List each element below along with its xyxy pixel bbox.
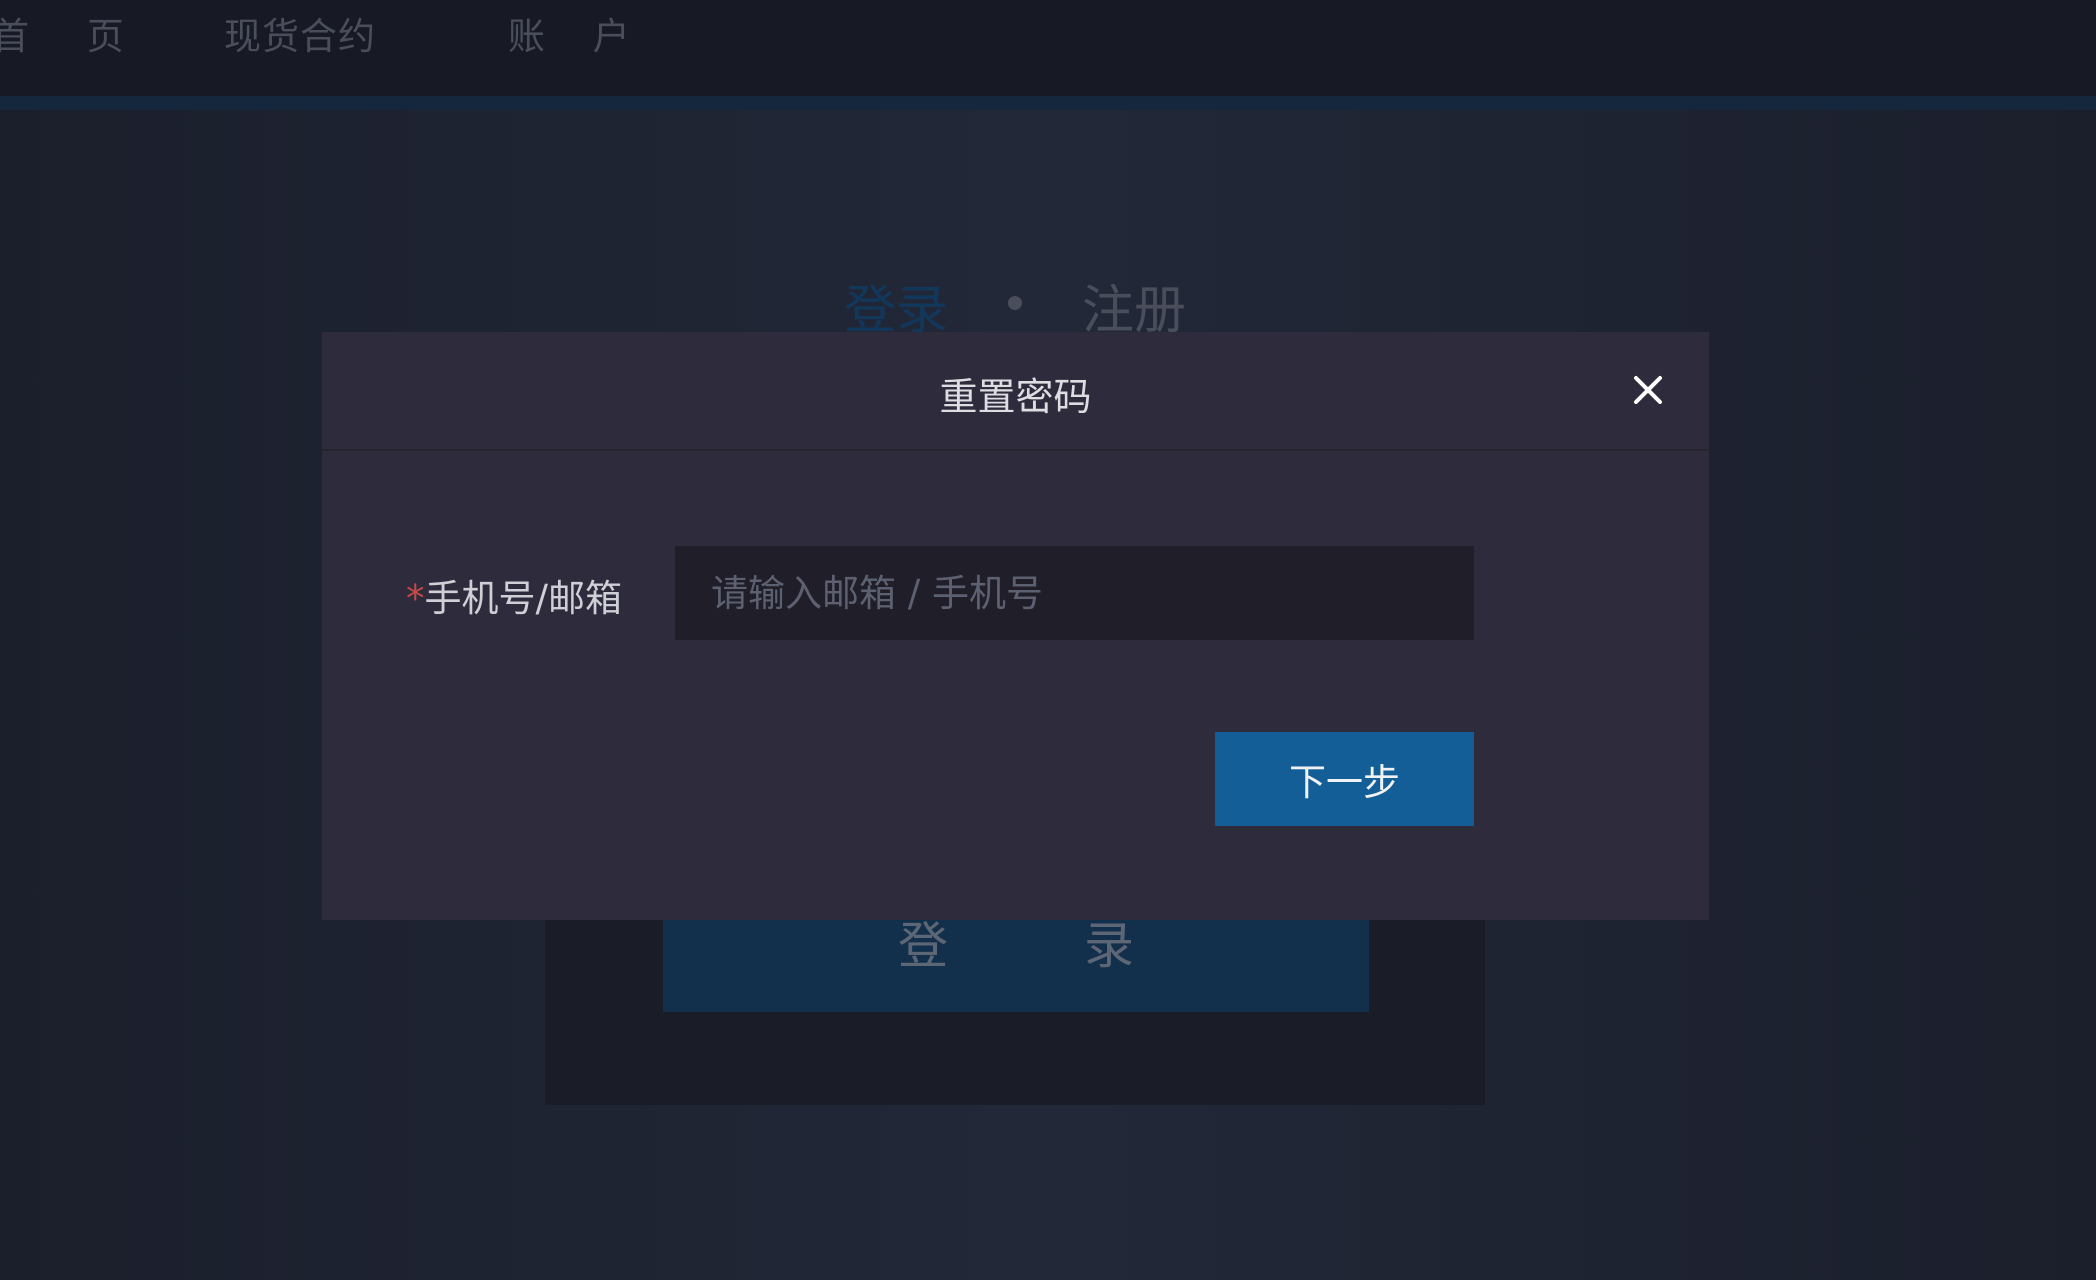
dialog-header: 重置密码 [322,332,1709,451]
phone-email-label: *手机号/邮箱 [406,568,622,622]
tab-separator-dot [1008,296,1022,310]
page-root: 首 页 现货合约 账 户 登录 注册 登 录 重置密码 *手机号/邮箱 下一步 [0,0,2096,1280]
top-navigation-bar: 首 页 现货合约 账 户 [0,0,2096,96]
nav-item-home[interactable]: 首 页 [0,6,142,60]
close-icon[interactable] [1630,372,1666,408]
next-step-button[interactable]: 下一步 [1215,732,1474,826]
top-bar-divider [0,96,2096,110]
nav-item-spot-contract[interactable]: 现货合约 [224,6,376,60]
phone-email-form-row: *手机号/邮箱 [322,546,1709,640]
dialog-title: 重置密码 [939,375,1092,419]
phone-email-input[interactable] [675,546,1474,640]
nav-item-account[interactable]: 账 户 [508,6,648,60]
phone-email-label-text: 手机号/邮箱 [424,577,622,620]
auth-tabs: 登录 注册 [0,268,2096,341]
reset-password-dialog: 重置密码 *手机号/邮箱 下一步 [322,332,1709,920]
required-mark: * [406,577,425,620]
